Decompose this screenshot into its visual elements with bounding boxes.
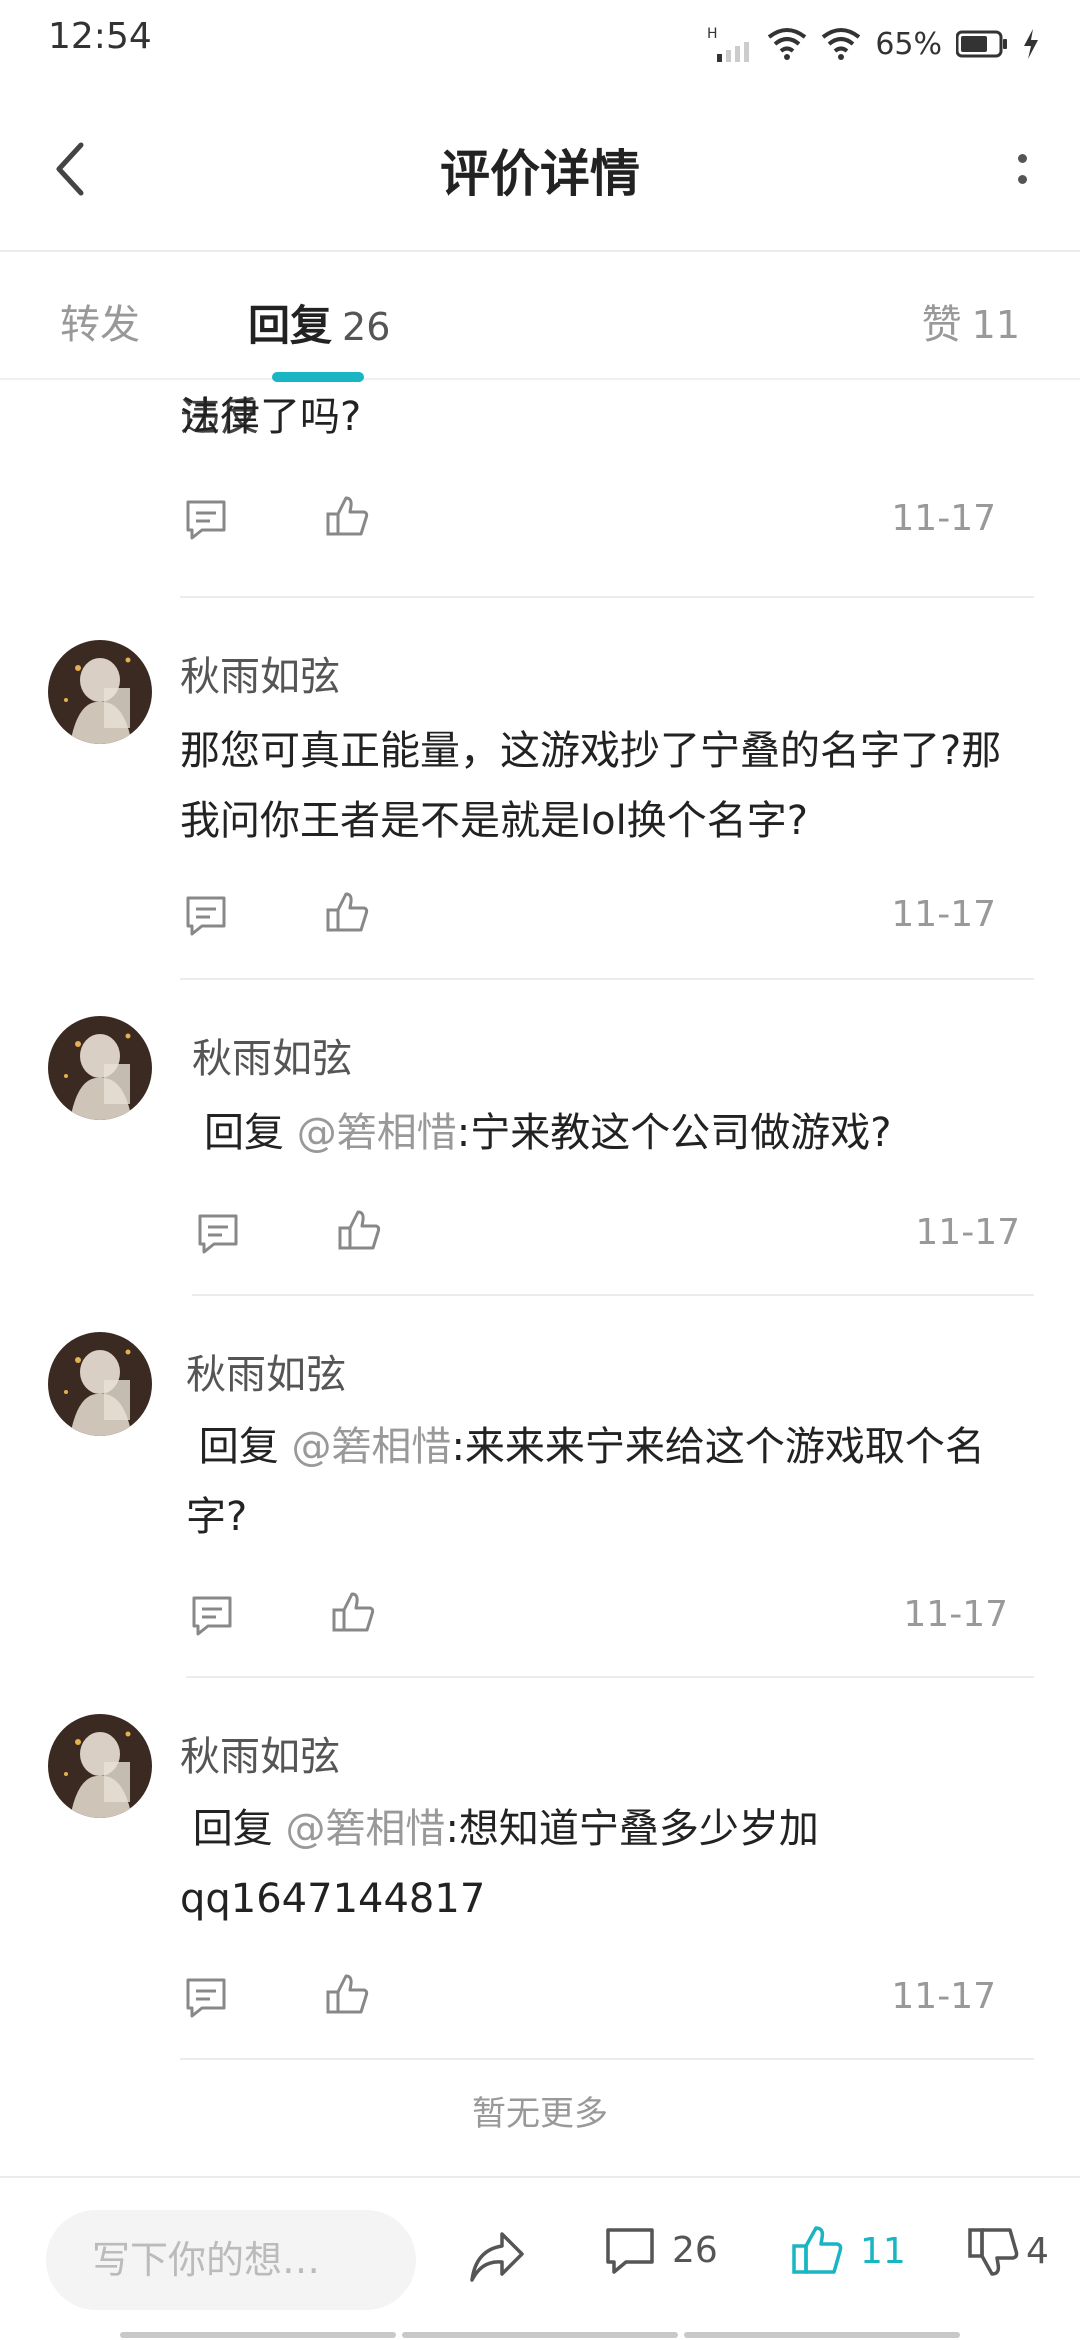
thumbs-down-icon [968, 2228, 1019, 2276]
reply-text: 法律了吗? [180, 394, 362, 440]
signal-icon: H [707, 24, 753, 64]
tab-reply[interactable]: 回复 26 [248, 292, 390, 353]
avatar[interactable] [48, 1332, 152, 1436]
avatar[interactable] [48, 640, 152, 744]
reply-actions: 11-17 [184, 1970, 1036, 2030]
more-button[interactable] [994, 134, 1050, 204]
thumbs-up-icon[interactable] [330, 1590, 376, 1640]
tab-like-label: 赞 [921, 302, 962, 348]
tab-like-count: 11 [971, 303, 1020, 347]
comment-input[interactable] [46, 2210, 416, 2310]
divider [180, 596, 1034, 598]
comment-icon [606, 2228, 654, 2274]
comment-count: 26 [672, 2229, 718, 2271]
status-icons: H 65% [707, 22, 1040, 66]
reply-comment-icon[interactable] [190, 1594, 234, 1642]
thumbs-up-icon[interactable] [324, 890, 370, 940]
wifi-icon [767, 27, 807, 61]
comment-button[interactable]: 26 [604, 2224, 718, 2276]
tab-forward-label: 转发 [60, 302, 140, 348]
reply-date: 11-17 [891, 498, 996, 539]
wifi-icon [821, 27, 861, 61]
battery-icon [956, 30, 1008, 58]
tab-bar: 转发 回复 26 赞 11 [0, 252, 1080, 380]
reply-comment-icon[interactable] [184, 1976, 228, 2024]
tab-reply-label: 回复 [248, 301, 333, 350]
reply-date: 11-17 [891, 894, 996, 935]
reply-prefix: 回复 [192, 1806, 286, 1852]
reply-actions: 11-17 [184, 492, 1036, 552]
reply-text: 回复 @箬相惜:来来来宁来给这个游戏取个名字? [186, 1412, 1026, 1552]
more-vertical-icon [1017, 154, 1027, 163]
like-button[interactable]: 11 [790, 2224, 906, 2278]
tab-forward[interactable]: 转发 [60, 292, 140, 350]
tab-like[interactable]: 赞 11 [922, 292, 1020, 350]
status-time: 12:54 [48, 16, 152, 57]
thumbs-up-icon [792, 2226, 843, 2274]
reply-date: 11-17 [903, 1594, 1008, 1635]
reply-prefix: 回复 [198, 1424, 292, 1470]
username[interactable]: 秋雨如弦 [180, 644, 340, 702]
mention-link[interactable]: @箬相惜 [297, 1110, 457, 1156]
dislike-count: 4 [1026, 2230, 1049, 2272]
username[interactable]: 秋雨如弦 [180, 1724, 340, 1782]
divider [180, 978, 1034, 980]
charging-icon [1022, 29, 1040, 59]
thumbs-up-icon[interactable] [324, 494, 370, 544]
tab-active-indicator [272, 372, 364, 382]
thumbs-up-icon[interactable] [336, 1208, 382, 1258]
reply-comment-icon[interactable] [184, 498, 228, 546]
divider [192, 1294, 1034, 1296]
battery-percentage: 65% [875, 26, 942, 62]
reply-comment-icon[interactable] [184, 894, 228, 942]
network-type-label: H [707, 26, 718, 42]
no-more-label: 暂无更多 [472, 2094, 608, 2134]
divider [186, 1676, 1034, 1678]
avatar[interactable] [48, 1714, 152, 1818]
reply-actions: 11-17 [190, 1588, 1042, 1648]
reply-prefix: 回复 [204, 1110, 297, 1156]
reply-list[interactable]: 回复 @箬相惜:宁来教这个游戏抄了宁叠的名字违反 法律了吗? 11-17 秋雨如… [0, 380, 1080, 2176]
avatar[interactable] [48, 1016, 152, 1120]
reply-date: 11-17 [915, 1212, 1020, 1253]
reply-date: 11-17 [891, 1976, 996, 2017]
mention-link[interactable]: @箬相惜 [291, 1424, 451, 1470]
reply-text: 那您可真正能量，这游戏抄了宁叠的名字了?那我问你王者是不是就是lol换个名字? [180, 728, 1002, 844]
reply-comment-icon[interactable] [196, 1212, 240, 1260]
tab-reply-count: 26 [342, 305, 391, 349]
home-indicator [120, 2332, 960, 2338]
reply-actions: 11-17 [196, 1206, 1048, 1266]
username[interactable]: 秋雨如弦 [186, 1342, 346, 1400]
bottom-action-bar: 26 11 4 [0, 2176, 1080, 2340]
reply-actions: 11-17 [184, 888, 1036, 948]
reply-text: 回复 @箬相惜:宁来教这个公司做游戏? [204, 1098, 1064, 1168]
reply-body: :宁来教这个公司做游戏? [456, 1110, 892, 1156]
reply-text: 回复 @箬相惜:想知道宁叠多少岁加qq1647144817 [180, 1794, 880, 1934]
like-count: 11 [860, 2230, 906, 2272]
dislike-button[interactable]: 4 [966, 2224, 1049, 2278]
mention-link[interactable]: @箬相惜 [285, 1806, 445, 1852]
page-title: 评价详情 [440, 145, 640, 203]
share-icon[interactable] [468, 2230, 526, 2288]
thumbs-up-icon[interactable] [324, 1972, 370, 2022]
divider [180, 2058, 1034, 2060]
status-bar: 12:54 H 65% [0, 0, 1080, 84]
username[interactable]: 秋雨如弦 [192, 1026, 352, 1084]
header: 评价详情 [0, 84, 1080, 252]
